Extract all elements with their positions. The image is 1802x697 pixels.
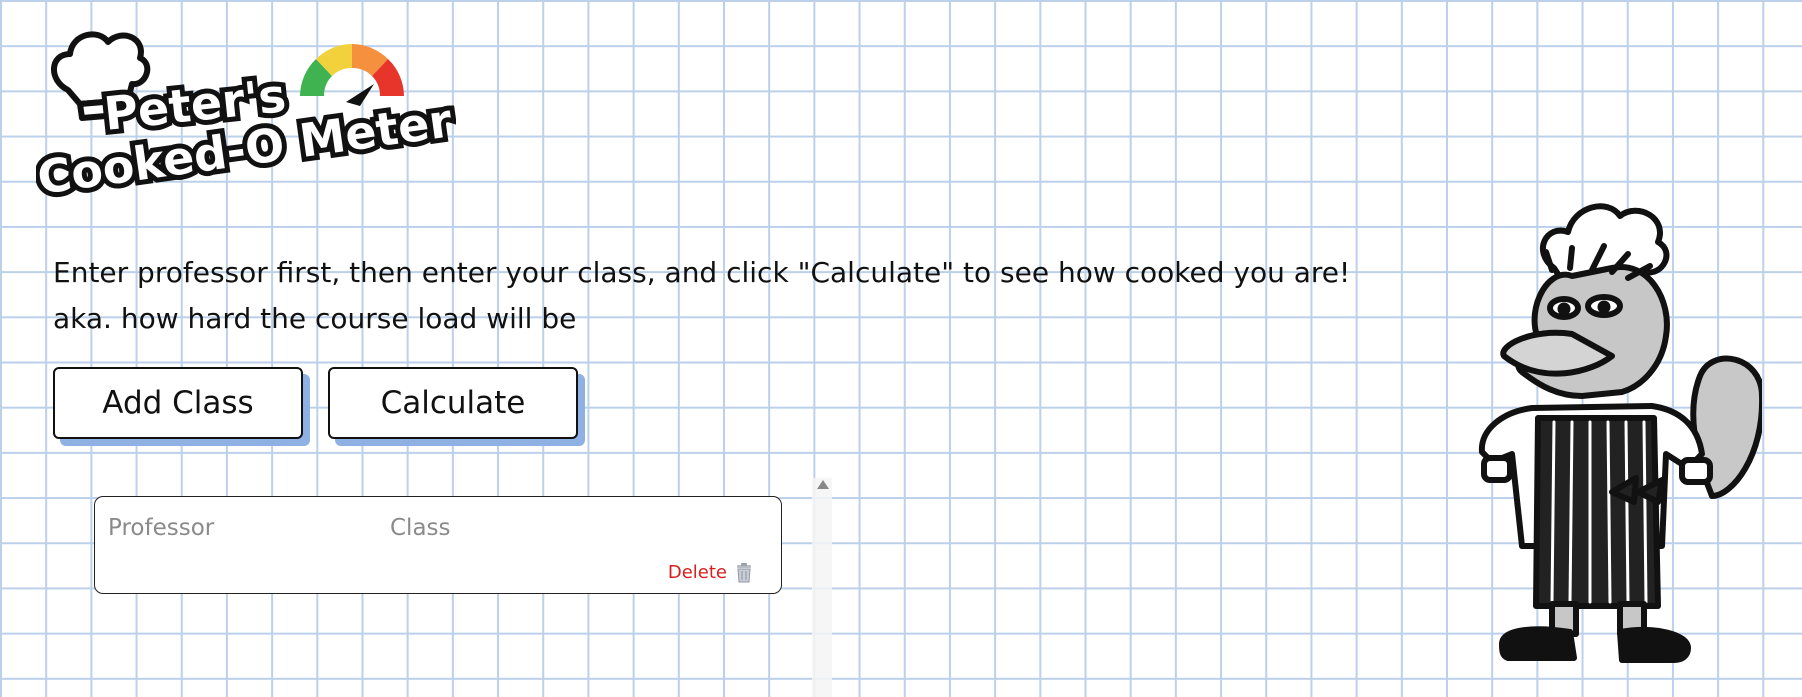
add-class-button[interactable]: Add Class bbox=[53, 367, 303, 439]
trash-icon bbox=[737, 562, 751, 582]
instructions-line-1: Enter professor first, then enter your c… bbox=[53, 256, 1351, 289]
class-input[interactable] bbox=[390, 515, 610, 541]
delete-class-button[interactable]: Delete bbox=[668, 562, 753, 583]
professor-input[interactable] bbox=[108, 515, 328, 541]
scroll-up-arrow-icon[interactable] bbox=[817, 480, 829, 489]
class-list-scrollbar[interactable] bbox=[812, 478, 832, 697]
chef-mascot-illustration bbox=[1478, 203, 1762, 663]
gauge-meter-icon bbox=[300, 44, 404, 106]
instructions-line-2: aka. how hard the course load will be bbox=[53, 302, 577, 335]
class-entry-card: Delete bbox=[94, 496, 782, 594]
calculate-button[interactable]: Calculate bbox=[328, 367, 578, 439]
instructions-text: Enter professor first, then enter your c… bbox=[53, 250, 1350, 342]
delete-label: Delete bbox=[667, 562, 727, 583]
app-logo: Peter's Cooked-O Meter bbox=[36, 31, 456, 208]
